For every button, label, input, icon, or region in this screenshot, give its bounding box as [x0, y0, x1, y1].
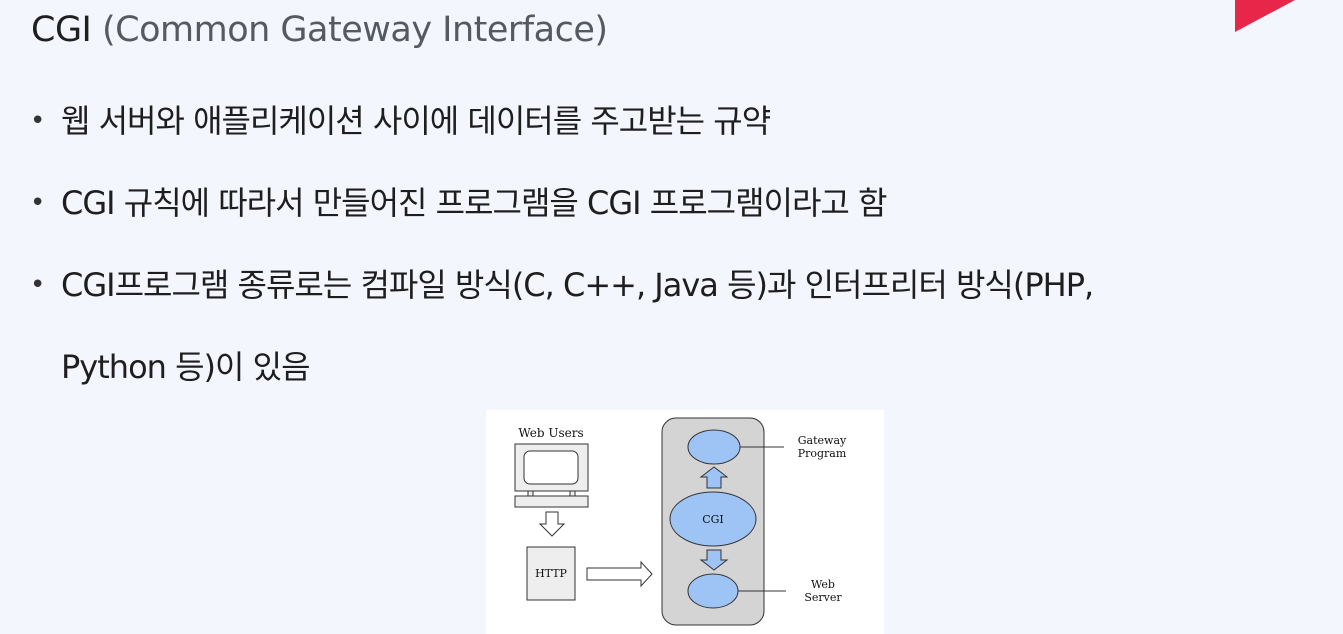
bullet-item: • CGI 규칙에 따라서 만들어진 프로그램을 CGI 프로그램이라고 함: [30, 162, 1093, 244]
bullet-text: CGI 규칙에 따라서 만들어진 프로그램을 CGI 프로그램이라고 함: [61, 184, 887, 222]
bullet-dot: •: [30, 270, 45, 300]
cgi-label: CGI: [702, 513, 724, 526]
down-arrow-icon: [538, 511, 566, 537]
page-title: CGI (Common Gateway Interface): [31, 8, 608, 52]
gateway-program-node: [687, 429, 741, 465]
server-label-line-2: Server: [804, 591, 842, 604]
monitor-screen: [523, 450, 579, 485]
corner-accent-shape: [1235, 0, 1295, 32]
bullet-dot: •: [30, 188, 45, 218]
bullet-text-line-2: Python 등)이 있음: [61, 348, 311, 386]
web-users-label: Web Users: [518, 426, 583, 440]
cgi-diagram: Web Users HTTP CGI Gateway Program Web S…: [486, 410, 884, 634]
title-subtitle: (Common Gateway Interface): [102, 10, 608, 50]
gateway-label-line-2: Program: [798, 447, 847, 460]
monitor-stand-right: [569, 490, 576, 497]
bullet-text-line-1: CGI프로그램 종류로는 컴파일 방식(C, C++, Java 등)과 인터프…: [61, 266, 1094, 304]
bullet-dot: •: [30, 106, 45, 136]
bullet-text: 웹 서버와 애플리케이션 사이에 데이터를 주고받는 규약: [61, 102, 771, 140]
gateway-label-line-1: Gateway: [798, 434, 847, 447]
cgi-diagram-svg: Web Users HTTP CGI Gateway Program Web S…: [514, 417, 847, 626]
bullet-item: • 웹 서버와 애플리케이션 사이에 데이터를 주고받는 규약: [30, 80, 1093, 162]
bullet-list: • 웹 서버와 애플리케이션 사이에 데이터를 주고받는 규약 • CGI 규칙…: [30, 80, 1094, 408]
keyboard-icon: [514, 495, 589, 508]
right-arrow-icon: [586, 560, 653, 588]
title-main: CGI: [31, 10, 103, 50]
web-server-node: [687, 573, 739, 609]
monitor-stand-left: [527, 490, 534, 497]
bullet-item: • CGI프로그램 종류로는 컴파일 방식(C, C++, Java 등)과 인…: [30, 244, 1094, 408]
http-label: HTTP: [535, 567, 567, 580]
server-label-line-1: Web: [811, 578, 835, 591]
